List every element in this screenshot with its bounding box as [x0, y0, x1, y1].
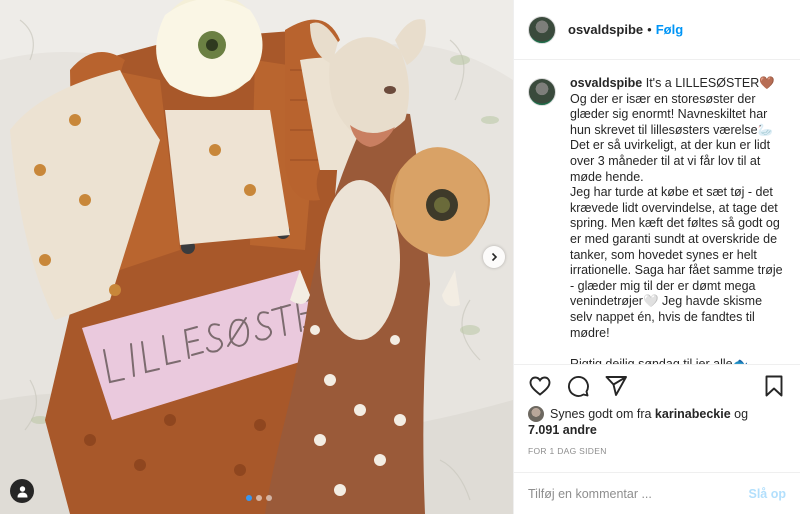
comments-area: osvaldspibe It's a LILLESØSTER🤎 Og der e…	[514, 60, 800, 364]
header-username[interactable]: osvaldspibe	[568, 22, 643, 37]
heart-icon	[529, 376, 551, 396]
caption-username[interactable]: osvaldspibe	[570, 76, 642, 90]
comment-button[interactable]	[566, 374, 590, 398]
tagged-users-button[interactable]	[10, 479, 34, 503]
likes-text: Synes godt om fra karinabeckie og	[550, 406, 748, 422]
next-photo-button[interactable]	[483, 246, 505, 268]
avatar[interactable]	[528, 15, 556, 44]
comment-icon	[568, 375, 589, 397]
caption-avatar[interactable]	[528, 78, 556, 106]
like-button[interactable]	[528, 374, 552, 398]
likes-summary: Synes godt om fra karinabeckie og	[514, 406, 800, 422]
post-comment-button[interactable]: Slå op	[748, 487, 786, 501]
post-side-panel: osvaldspibe • Følg osvaldspibe It's a LI…	[513, 0, 800, 514]
carousel-dot	[246, 495, 252, 501]
save-button[interactable]	[762, 374, 786, 398]
likes-prefix: Synes godt om fra	[550, 407, 655, 421]
action-bar	[514, 364, 800, 406]
carousel-dot	[266, 495, 272, 501]
caption: osvaldspibe It's a LILLESØSTER🤎 Og der e…	[528, 76, 786, 364]
carousel-dot	[256, 495, 262, 501]
caption-text: osvaldspibe It's a LILLESØSTER🤎 Og der e…	[570, 76, 786, 364]
post-header: osvaldspibe • Følg	[514, 0, 800, 60]
liker-avatar[interactable]	[528, 406, 544, 422]
follow-button[interactable]: Følg	[656, 22, 683, 37]
share-button[interactable]	[604, 374, 628, 398]
photo-scene	[0, 0, 513, 514]
likes-joiner: og	[730, 407, 749, 421]
user-tag-icon	[17, 485, 27, 497]
liker-username[interactable]: karinabeckie	[655, 407, 731, 421]
instagram-post: osvaldspibe • Følg osvaldspibe It's a LI…	[0, 0, 800, 514]
carousel-indicator	[246, 495, 272, 501]
bookmark-icon	[765, 375, 783, 396]
likes-count[interactable]: 7.091 andre	[528, 423, 597, 437]
post-photo[interactable]	[0, 0, 513, 514]
header-separator: •	[647, 22, 652, 37]
comment-form: Slå op	[514, 472, 800, 514]
chevron-right-icon	[491, 252, 498, 262]
caption-body: It's a LILLESØSTER🤎 Og der er især en st…	[570, 76, 783, 364]
paper-plane-icon	[605, 375, 627, 396]
likes-count-row: 7.091 andre	[514, 422, 800, 438]
comment-input[interactable]	[528, 486, 749, 501]
post-timestamp[interactable]: FOR 1 DAG SIDEN	[514, 438, 800, 472]
